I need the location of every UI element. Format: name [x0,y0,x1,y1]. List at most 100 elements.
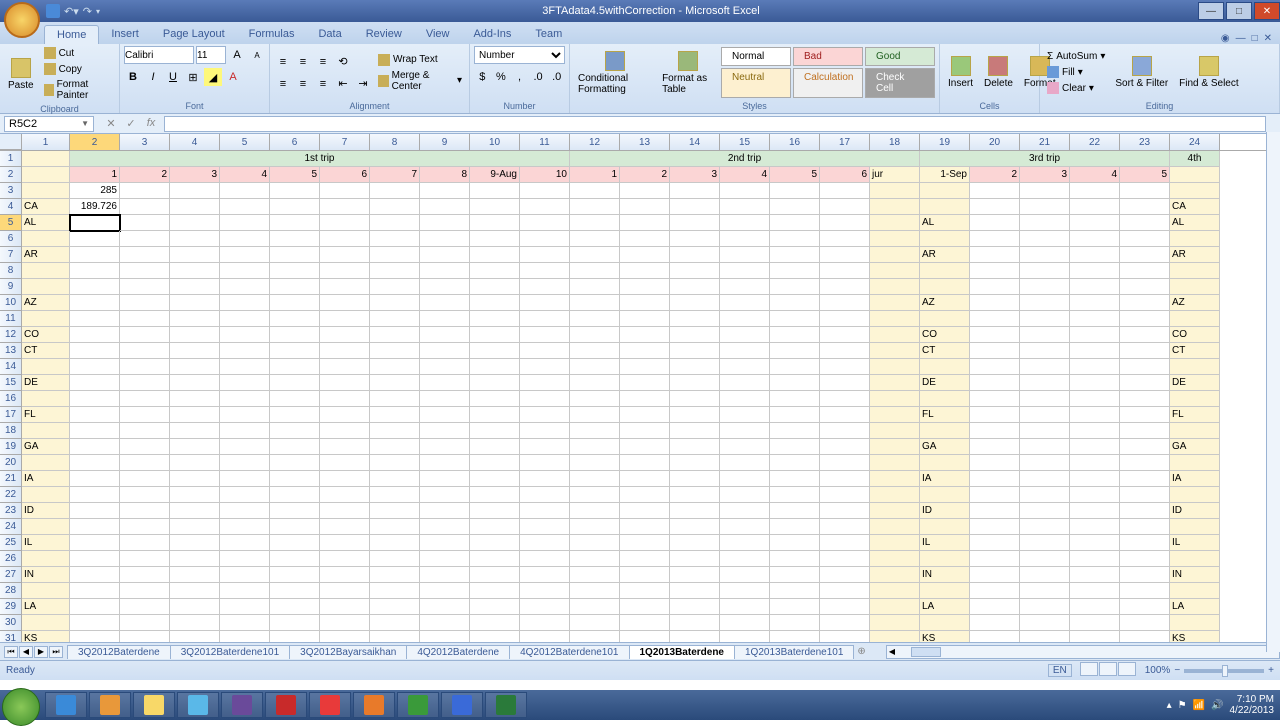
sheet-nav-last-icon[interactable]: ⏭ [49,646,63,658]
cell[interactable] [570,599,620,615]
cell[interactable] [770,631,820,642]
cell[interactable] [670,599,720,615]
cell[interactable] [570,311,620,327]
cell[interactable] [120,359,170,375]
cell[interactable] [820,359,870,375]
cell[interactable] [970,279,1020,295]
ribbon-tab-add-ins[interactable]: Add-Ins [461,25,523,44]
cell[interactable] [370,615,420,631]
cell[interactable] [120,311,170,327]
cell[interactable] [620,567,670,583]
orientation-icon[interactable]: ⟲ [334,53,352,71]
sheet-nav-first-icon[interactable]: ⏮ [4,646,18,658]
cell[interactable] [420,279,470,295]
cell[interactable] [570,407,620,423]
cell[interactable] [770,535,820,551]
cell[interactable] [70,295,120,311]
row-header[interactable]: 17 [0,407,22,423]
cell[interactable] [1020,375,1070,391]
cell[interactable]: FL [22,407,70,423]
cell[interactable]: AZ [920,295,970,311]
border-button[interactable]: ⊞ [184,68,202,86]
cell[interactable] [770,295,820,311]
cell[interactable] [1020,359,1070,375]
style-normal[interactable]: Normal [721,47,791,66]
cell[interactable] [220,343,270,359]
cell[interactable] [720,263,770,279]
cell[interactable] [1070,199,1120,215]
cell[interactable] [1020,615,1070,631]
taskbar-app-button[interactable] [353,692,395,718]
cell[interactable] [1020,215,1070,231]
cell[interactable] [970,583,1020,599]
cell[interactable] [470,327,520,343]
cell[interactable] [870,375,920,391]
cell[interactable] [720,631,770,642]
cell[interactable] [1170,359,1220,375]
formula-input[interactable] [164,116,1266,132]
cell[interactable] [1020,247,1070,263]
cell[interactable] [470,487,520,503]
cell[interactable] [220,519,270,535]
cell[interactable]: AR [1170,247,1220,263]
row-header[interactable]: 1 [0,151,22,167]
cell[interactable] [270,583,320,599]
row-header[interactable]: 25 [0,535,22,551]
row-header[interactable]: 28 [0,583,22,599]
cell[interactable] [70,215,120,231]
taskbar-app-button[interactable] [177,692,219,718]
cell[interactable] [870,535,920,551]
cell[interactable] [1020,583,1070,599]
cell[interactable] [620,407,670,423]
column-header[interactable]: 7 [320,134,370,150]
cell[interactable]: AZ [22,295,70,311]
cell[interactable] [470,583,520,599]
cell[interactable] [970,375,1020,391]
row-header[interactable]: 6 [0,231,22,247]
cell[interactable] [420,359,470,375]
cell[interactable] [770,263,820,279]
style-check-cell[interactable]: Check Cell [865,68,935,98]
cell[interactable] [120,439,170,455]
cell[interactable] [670,311,720,327]
cell[interactable] [370,599,420,615]
cell[interactable] [470,263,520,279]
cell[interactable] [820,343,870,359]
cell[interactable] [220,327,270,343]
cell[interactable] [670,551,720,567]
cell[interactable] [570,295,620,311]
taskbar-clock[interactable]: 7:10 PM4/22/2013 [1230,694,1275,716]
cut-button[interactable]: Cut [41,46,115,60]
cell[interactable] [520,247,570,263]
cell[interactable] [570,535,620,551]
cell[interactable] [720,375,770,391]
cell[interactable] [770,567,820,583]
sheet-tab[interactable]: 3Q2012Baterdene [67,645,171,659]
font-name-select[interactable] [124,46,194,64]
cell[interactable] [920,487,970,503]
cell[interactable] [720,439,770,455]
cell[interactable] [22,279,70,295]
cell[interactable] [370,295,420,311]
cell[interactable] [1120,471,1170,487]
cell[interactable] [870,263,920,279]
cell[interactable] [670,583,720,599]
cell[interactable] [520,567,570,583]
cell[interactable] [1070,631,1120,642]
cell[interactable] [820,231,870,247]
cell[interactable] [620,311,670,327]
cell[interactable] [770,247,820,263]
cell[interactable] [420,631,470,642]
cell[interactable] [770,471,820,487]
cell[interactable] [820,439,870,455]
cell[interactable] [420,231,470,247]
column-header[interactable]: 18 [870,134,920,150]
cell[interactable] [1020,263,1070,279]
sheet-tab[interactable]: 1Q2013Baterdene [629,645,736,659]
cell[interactable] [120,455,170,471]
ribbon-tab-page-layout[interactable]: Page Layout [151,25,237,44]
cell[interactable] [320,423,370,439]
cell[interactable] [1120,407,1170,423]
cell[interactable]: jur [870,167,920,183]
cell[interactable] [170,375,220,391]
